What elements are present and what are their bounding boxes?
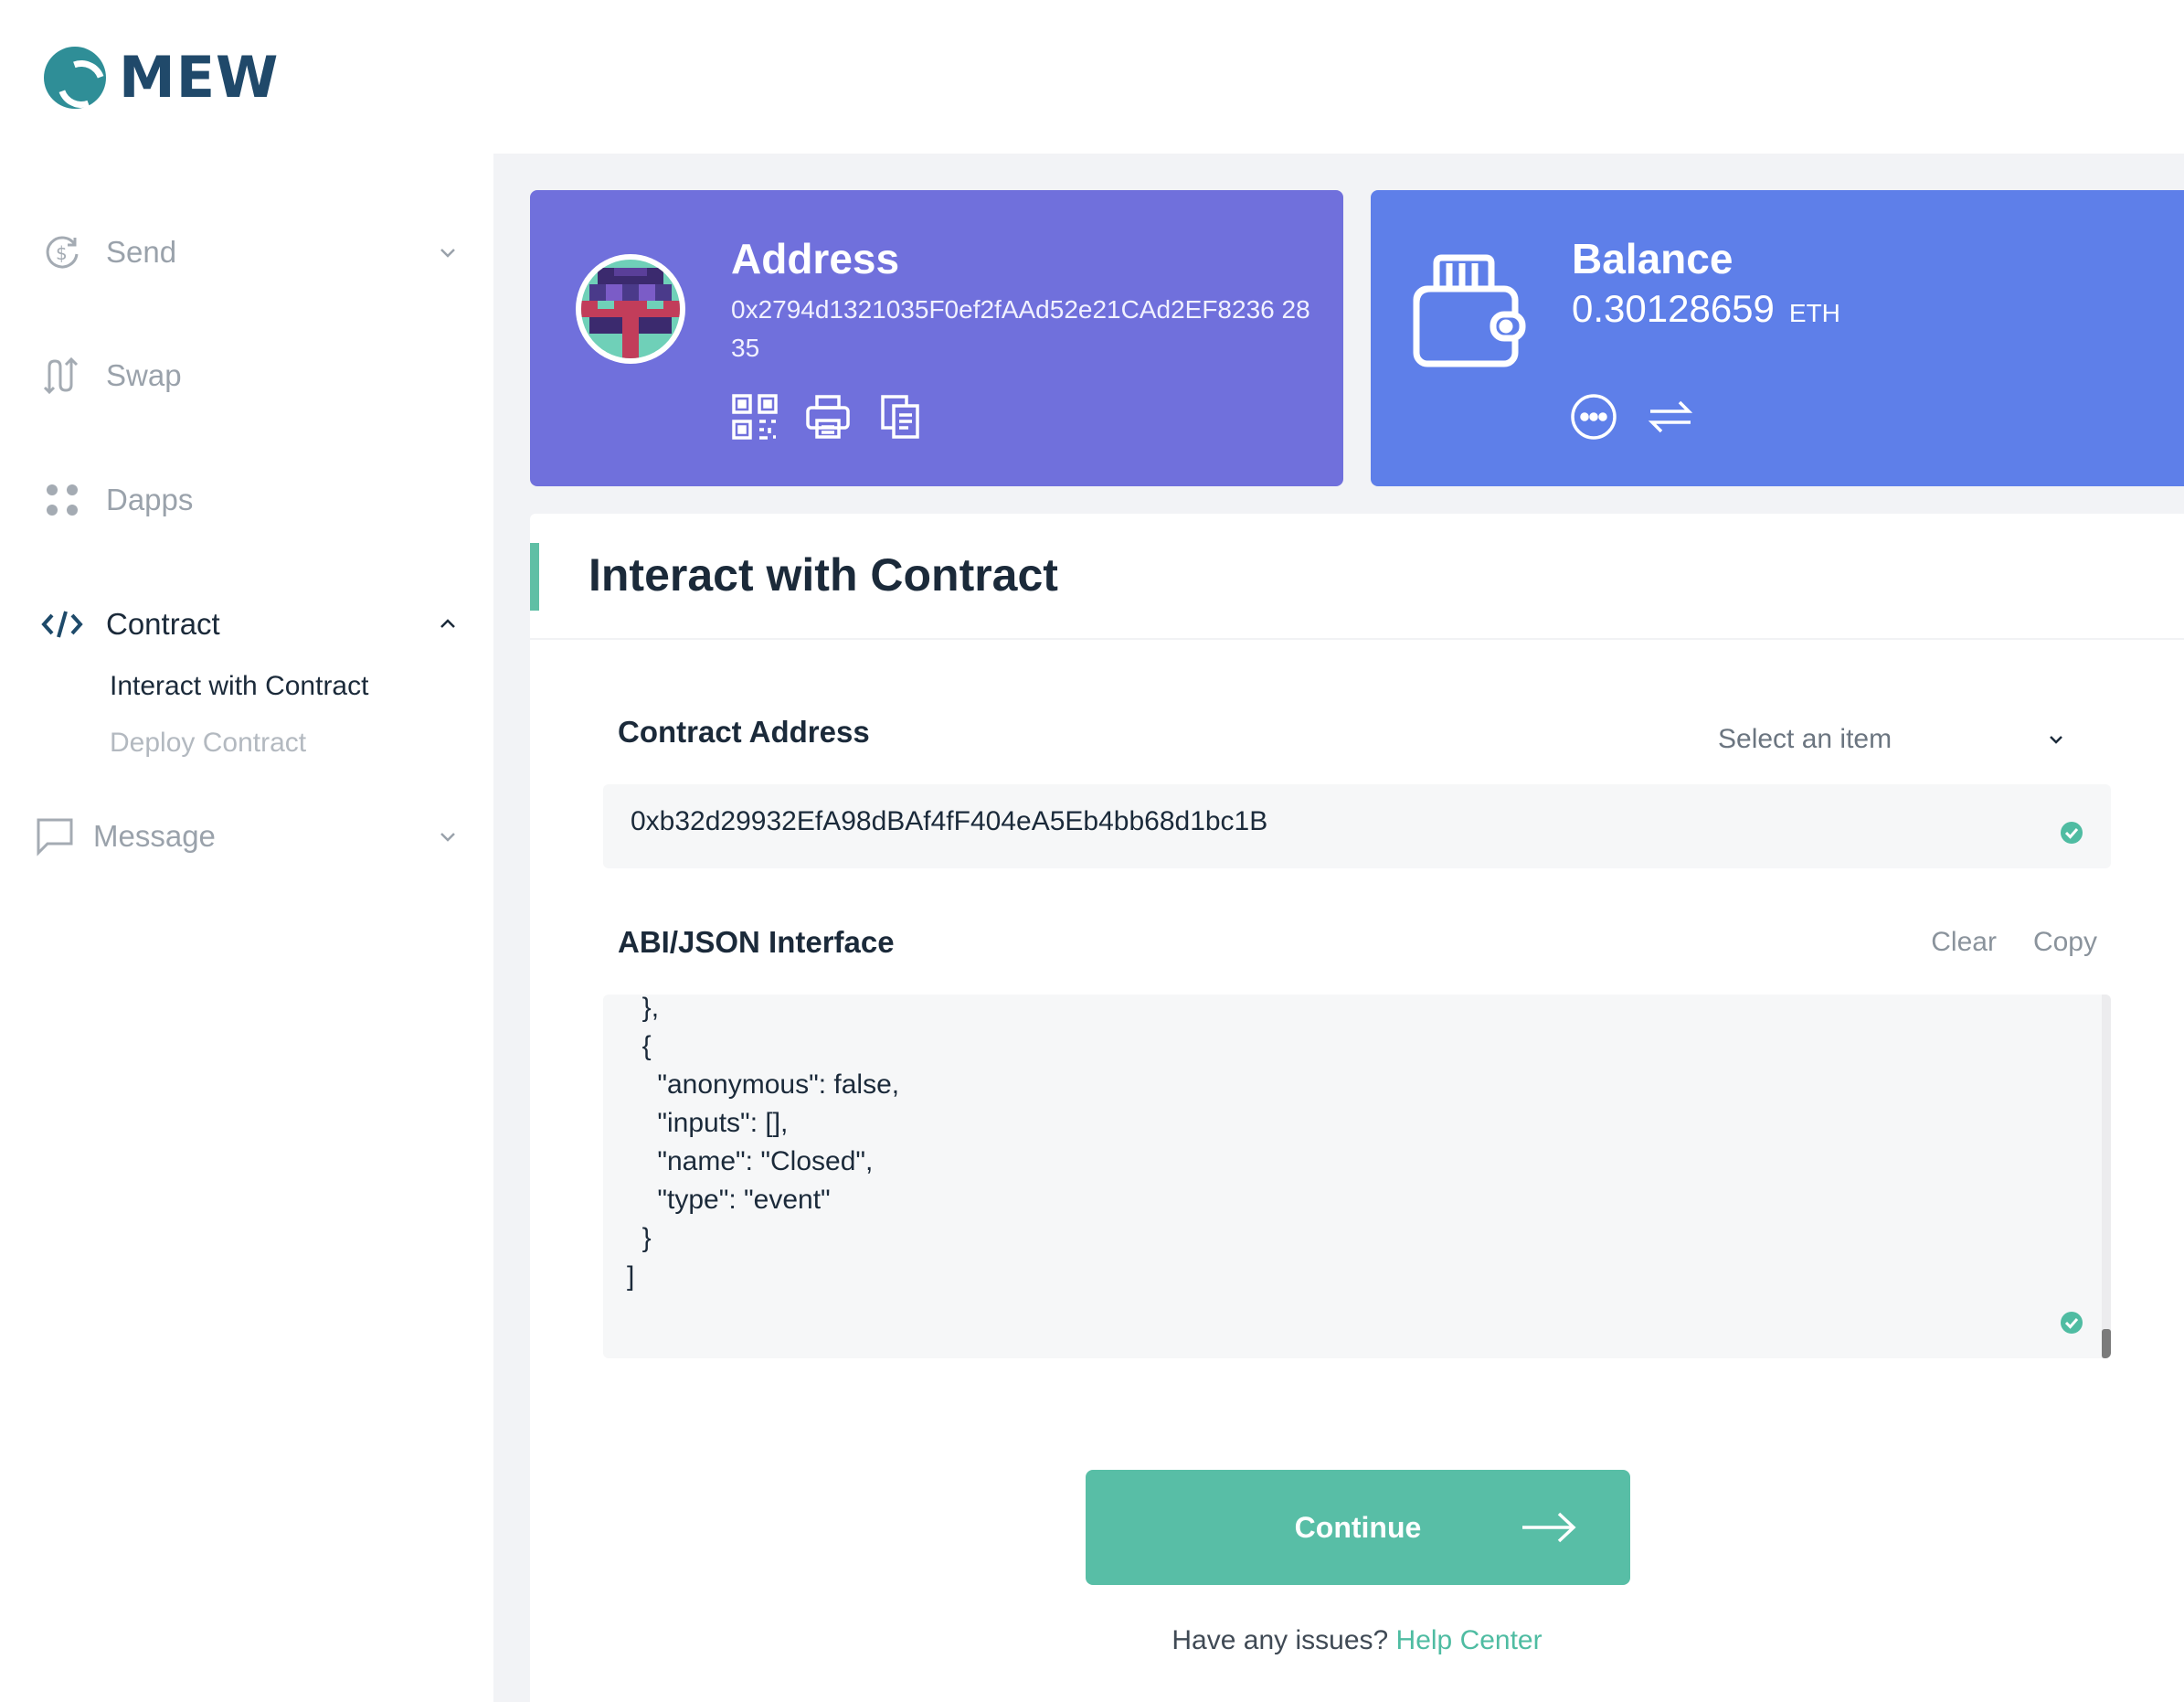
qr-code-icon[interactable] [731,393,779,441]
sidebar-item-label: Message [93,819,216,853]
copy-icon[interactable] [877,393,925,441]
interact-contract-panel: Interact with Contract Contract Address … [530,514,2184,1702]
sidebar-item-label: Dapps [106,483,194,516]
contract-address-label: Contract Address [618,715,870,749]
sidebar-subitem-deploy-contract[interactable]: Deploy Contract [110,728,306,759]
swap-icon [40,354,84,398]
continue-button[interactable]: Continue [1086,1470,1630,1585]
address-title: Address [731,235,900,282]
balance-unit: ETH [1788,299,1840,327]
wallet-address: 0x2794d1321035F0ef2fAAd52e21CAd2EF8236 2… [731,295,1310,362]
scrollbar-thumb[interactable] [2102,1329,2111,1358]
sidebar: $ Send Swap Dapps Contract Interact with… [0,154,493,1702]
abi-json-textarea[interactable]: }, { "anonymous": false, "inputs": [], "… [603,995,2111,1358]
arrow-right-icon [1522,1512,1576,1543]
sidebar-item-label: Send [106,235,177,269]
chevron-down-icon [2050,736,2062,744]
mew-logo[interactable]: MEW [44,44,279,111]
help-line: Have any issues? Help Center [530,1625,2184,1656]
sidebar-item-message[interactable]: Message [33,809,455,864]
chevron-down-icon[interactable] [435,239,461,265]
sidebar-item-label: Contract [106,607,220,641]
clear-button[interactable]: Clear [1931,927,1997,958]
continue-label: Continue [1294,1510,1422,1544]
wallet-icon [1413,254,1526,367]
sidebar-item-swap[interactable]: Swap [40,348,461,403]
sidebar-item-dapps[interactable]: Dapps [40,473,461,527]
sidebar-item-send[interactable]: $ Send [40,225,461,280]
avatar [576,254,685,364]
textarea-scrollbar[interactable] [2102,995,2111,1358]
balance-title: Balance [1572,235,1733,282]
brand-name: MEW [119,44,280,111]
help-text: Have any issues? [1172,1625,1389,1655]
print-icon[interactable] [804,393,852,441]
mew-logo-icon [44,46,106,109]
valid-check-icon [2061,1312,2083,1334]
balance-card: Balance 0.30128659 ETH [1371,190,2184,486]
dapps-icon [40,478,84,522]
svg-text:$: $ [56,242,68,264]
contract-icon [40,602,84,646]
title-accent-bar [530,543,539,611]
help-center-link[interactable]: Help Center [1396,1625,1543,1655]
identicon-icon [581,260,680,358]
send-icon: $ [40,230,84,274]
chevron-up-icon[interactable] [435,612,461,637]
contract-address-input[interactable]: 0xb32d29932EfA98dBAf4fF404eA5Eb4bb68d1bc… [603,784,2111,868]
address-card: Address 0x2794d1321035F0ef2fAAd52e21CAd2… [530,190,1343,486]
chevron-down-icon[interactable] [435,824,461,849]
select-placeholder: Select an item [1718,724,1892,754]
sidebar-subitem-interact-contract[interactable]: Interact with Contract [110,671,368,702]
abi-json-content: }, { "anonymous": false, "inputs": [], "… [627,995,900,1292]
balance-amount: 0.30128659 ETH [1572,287,1840,331]
contract-select-dropdown[interactable]: Select an item [1718,717,2102,762]
copy-button[interactable]: Copy [2033,927,2097,958]
balance-value: 0.30128659 [1572,287,1775,330]
sidebar-item-contract[interactable]: Contract [40,597,461,652]
contract-address-value: 0xb32d29932EfA98dBAf4fF404eA5Eb4bb68d1bc… [631,806,1268,836]
swap-arrows-icon[interactable] [1647,393,1694,441]
more-icon[interactable] [1570,393,1617,441]
sidebar-item-label: Swap [106,358,182,392]
page-title: Interact with Contract [588,549,1058,601]
abi-interface-label: ABI/JSON Interface [618,925,895,959]
message-icon [33,814,77,858]
valid-check-icon [2061,822,2083,844]
divider [530,638,2184,640]
